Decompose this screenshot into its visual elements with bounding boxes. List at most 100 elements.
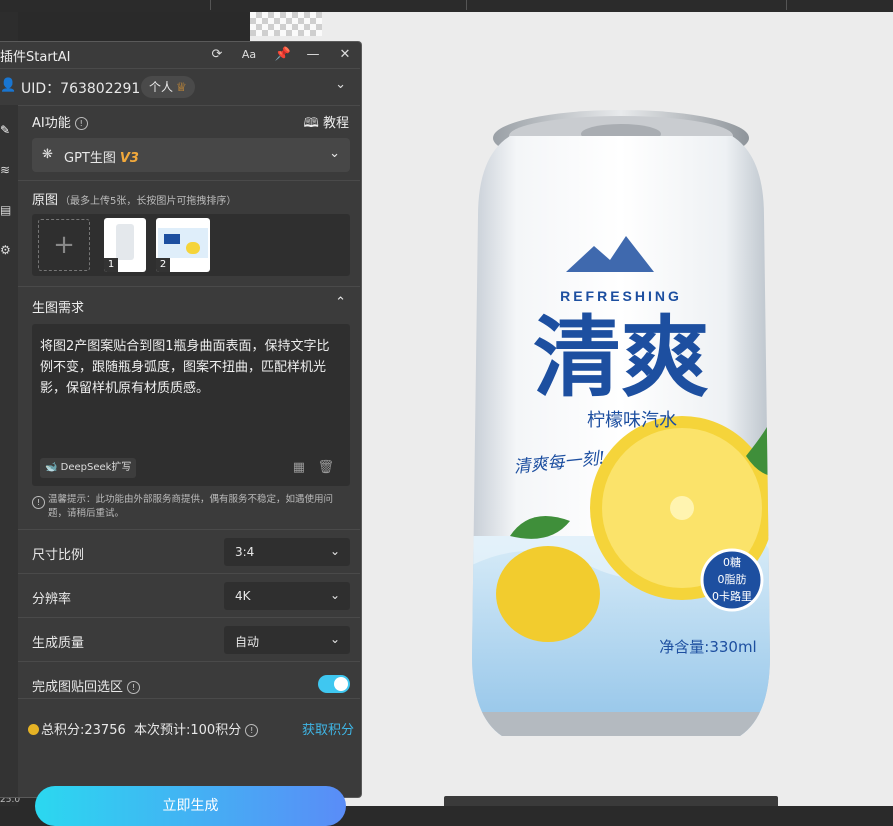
can-brand-en: REFRESHING (560, 288, 682, 304)
thumbnail-strip: + 1 2 (32, 214, 350, 276)
aspect-value: 3:4 (235, 545, 255, 559)
pin-icon[interactable]: 📌 (274, 46, 292, 64)
toggle-knob (334, 677, 348, 691)
book-icon: 🕮 (303, 116, 319, 131)
chevron-up-icon[interactable]: ⌃ (335, 295, 346, 310)
can-brand-cn: 清爽 (533, 306, 709, 409)
service-tip: ! 温馨提示：此功能由外部服务商提供，偶有服务不稳定，如遇使用问题，请稍后重试。 (32, 493, 350, 521)
minimize-icon[interactable]: — (304, 46, 322, 64)
model-select[interactable]: ❋ GPT生图 V3 ⌄ (32, 138, 350, 172)
gen-heading: 生图需求 (32, 301, 85, 316)
coin-icon (28, 724, 39, 735)
ai-function-label: AI功能 (32, 116, 71, 131)
points-row: 总积分:23756 本次预计:100积分! 获取积分 (18, 698, 360, 739)
host-top-strip (0, 0, 893, 12)
paste-back-label: 完成图贴回选区 (32, 680, 124, 695)
user-icon: 👤 (0, 78, 17, 93)
generation-requirements-section: 生图需求 ⌃ 将图2产图案贴合到图1瓶身曲面表面，保持文字比例不变，跟随瓶身弧度… (18, 286, 360, 527)
source-heading: 原图 （最多上传5张，长按图片可拖拽排序） (32, 189, 236, 208)
history-icon[interactable]: ▦ (293, 460, 305, 475)
thumbnail-lemon (186, 242, 200, 254)
quality-label: 生成质量 (32, 636, 85, 651)
soda-can-image: REFRESHING 清爽 柠檬味汽水 清爽每一刻! 0糖 0脂肪 0卡路里 净… (472, 110, 770, 736)
source-image-section: 原图 （最多上传5张，长按图片可拖拽排序） + 1 2 (18, 180, 360, 285)
host-tab[interactable] (210, 0, 467, 10)
info-icon[interactable]: ! (74, 117, 88, 130)
chevron-down-icon[interactable]: ⌄ (335, 77, 346, 92)
thumbnail-logo-block (164, 234, 180, 244)
info-icon: ! (32, 496, 45, 509)
layers-icon[interactable]: ≋ (0, 163, 10, 177)
quality-select[interactable]: 自动 ⌄ (224, 626, 350, 654)
uid-text: UID：763802291 (21, 81, 141, 97)
tutorial-label: 教程 (322, 116, 349, 131)
startai-plugin-panel: 插件StartAI ⟳ Aa 📌 — ✕ 👤 UID：763802291 个人 ♕… (0, 41, 362, 826)
account-type-badge: 个人 ♕ (141, 76, 195, 98)
host-tab[interactable] (0, 0, 211, 10)
prompt-textarea[interactable]: 将图2产图案贴合到图1瓶身曲面表面，保持文字比例不变，跟随瓶身弧度，图案不扭曲，… (32, 324, 350, 486)
resolution-row: 分辨率 4K ⌄ (18, 573, 360, 618)
info-icon[interactable]: ! (245, 724, 259, 737)
panel-side-rail: ✎ ≋ ▤ ⚙ (0, 105, 18, 797)
generate-button[interactable]: 立即生成 (35, 786, 346, 826)
tip-text: 温馨提示：此功能由外部服务商提供，偶有服务不稳定，如遇使用问题，请稍后重试。 (48, 494, 334, 519)
aspect-ratio-row: 尺寸比例 3:4 ⌄ (18, 529, 360, 574)
quality-value: 自动 (235, 635, 260, 649)
refresh-icon[interactable]: ⟳ (208, 46, 226, 64)
paste-back-toggle[interactable] (318, 675, 350, 693)
can-volume: 净含量:330ml (659, 638, 756, 656)
deepseek-expand-button[interactable]: 🐋 DeepSeek扩写 (40, 458, 137, 478)
thumbnail-1[interactable]: 1 (104, 218, 146, 272)
prompt-tools: ▦ 🗑 (293, 460, 334, 475)
aspect-ratio-select[interactable]: 3:4 ⌄ (224, 538, 350, 566)
chevron-down-icon: ⌄ (329, 544, 340, 558)
thumbnail-2[interactable]: 2 (156, 218, 210, 272)
prompt-text: 将图2产图案贴合到图1瓶身曲面表面，保持文字比例不变，跟随瓶身弧度，图案不扭曲，… (40, 339, 330, 396)
tutorial-link[interactable]: 🕮 教程 (304, 112, 349, 136)
points-info: 总积分:23756 本次预计:100积分! (28, 719, 259, 738)
add-image-button[interactable]: + (38, 219, 90, 271)
can-badge-3: 0卡路里 (712, 590, 752, 603)
thumbnail-index: 2 (156, 258, 170, 272)
model-name: GPT生图 (64, 151, 116, 166)
model-label: GPT生图 V3 (64, 147, 139, 166)
thumbnail-label-design (158, 228, 208, 258)
chevron-down-icon: ⌄ (329, 588, 340, 602)
aspect-label: 尺寸比例 (32, 548, 85, 563)
crown-icon: ♕ (176, 80, 187, 94)
info-icon[interactable]: ! (127, 681, 141, 694)
paste-back-heading: 完成图贴回选区! (32, 676, 141, 695)
source-hint: （最多上传5张，长按图片可拖拽排序） (60, 196, 237, 207)
trash-icon[interactable]: 🗑 (317, 460, 334, 475)
panel-titlebar[interactable]: 插件StartAI ⟳ Aa 📌 — ✕ (0, 42, 360, 68)
transparency-checker (250, 12, 322, 36)
thumbnail-index: 1 (104, 258, 118, 272)
chevron-down-icon: ⌄ (329, 632, 340, 646)
deepseek-label: DeepSeek扩写 (60, 462, 132, 473)
resolution-select[interactable]: 4K ⌄ (224, 582, 350, 610)
font-size-icon[interactable]: Aa (240, 46, 258, 64)
quality-row: 生成质量 自动 ⌄ (18, 617, 360, 662)
close-icon[interactable]: ✕ (336, 46, 354, 64)
ai-function-heading: AI功能! (32, 112, 88, 131)
settings-icon[interactable]: ⚙ (0, 243, 11, 257)
chevron-down-icon: ⌄ (329, 146, 340, 161)
account-row[interactable]: 👤 UID：763802291 个人 ♕ ⌄ (0, 68, 360, 106)
calendar-icon[interactable]: ▤ (0, 203, 11, 217)
can-badge-1: 0糖 (723, 555, 741, 569)
resolution-label: 分辨率 (32, 592, 72, 607)
thumbnail-can-mockup (116, 224, 134, 260)
host-tab[interactable] (466, 0, 787, 10)
source-label: 原图 (32, 193, 59, 208)
model-version: V3 (119, 151, 139, 166)
canvas-status-bar (444, 796, 778, 806)
can-badge-2: 0脂肪 (718, 572, 747, 586)
edit-icon[interactable]: ✎ (0, 123, 10, 137)
resolution-value: 4K (235, 589, 251, 603)
points-text: 总积分:23756 本次预计:100积分 (41, 723, 242, 738)
panel-title: 插件StartAI (0, 50, 71, 65)
can-flavor: 柠檬味汽水 (587, 410, 677, 431)
model-icon: ❋ (42, 147, 53, 162)
get-points-link[interactable]: 获取积分 (302, 719, 354, 738)
deepseek-icon: 🐋 (45, 462, 58, 473)
